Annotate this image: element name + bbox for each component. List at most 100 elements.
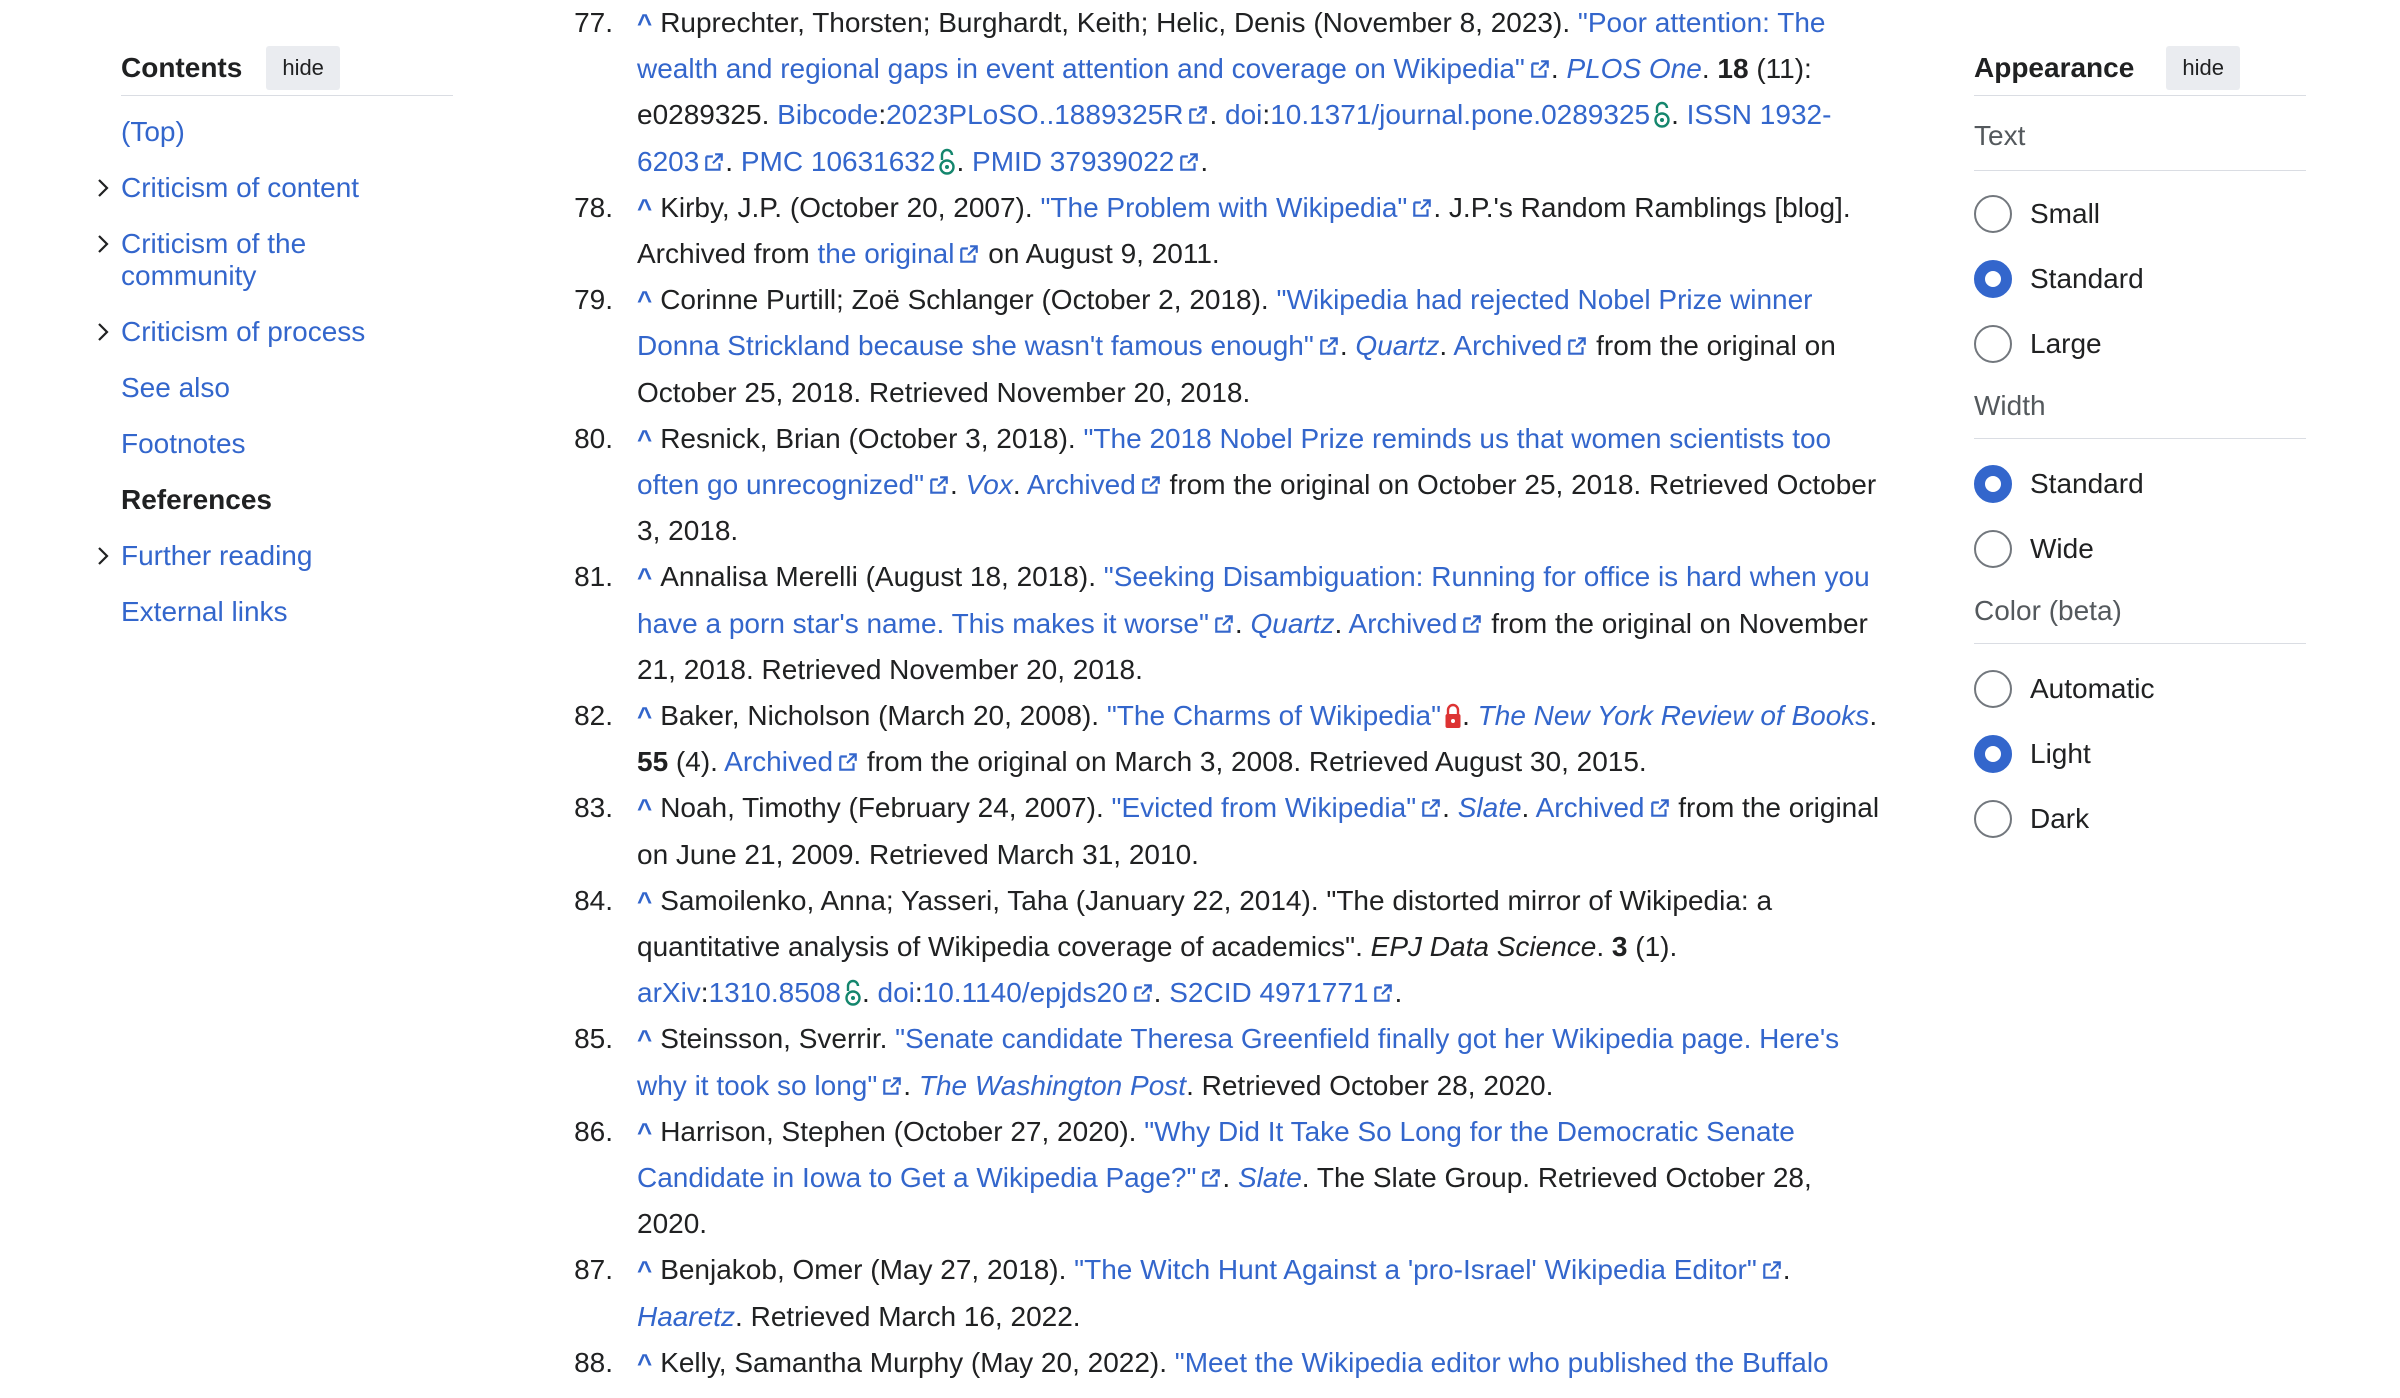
reference-link[interactable]: Vox xyxy=(966,469,1013,500)
backlink-caret[interactable]: ^ xyxy=(637,424,652,454)
reference-link[interactable]: The Washington Post xyxy=(919,1070,1186,1101)
external-link-icon xyxy=(1650,799,1669,818)
radio-label: Dark xyxy=(2030,802,2090,834)
reference-link[interactable]: ISSN xyxy=(1687,99,1752,130)
reference-link[interactable]: the original xyxy=(818,238,955,269)
reference-item: 87. ^ Benjakob, Omer (May 27, 2018). "The … xyxy=(560,1247,1900,1339)
radio-button[interactable] xyxy=(1974,799,2012,838)
toc-item-references[interactable]: References xyxy=(121,484,453,516)
width-option-standard[interactable]: Standard xyxy=(1974,451,2306,516)
reference-text: ^ Benjakob, Omer (May 27, 2018). "The Wit… xyxy=(623,1247,1888,1339)
reference-link[interactable]: Quartz xyxy=(1250,608,1334,639)
reference-text: ^ Noah, Timothy (February 24, 2007). "Evi… xyxy=(623,785,1888,877)
color-option-dark[interactable]: Dark xyxy=(1974,786,2306,851)
reference-link[interactable]: "The Problem with Wikipedia" xyxy=(1040,192,1407,223)
reference-link[interactable]: Archived xyxy=(724,746,833,777)
reference-link[interactable]: "Meet the Wikipedia editor who published… xyxy=(1175,1347,1829,1378)
radio-button[interactable] xyxy=(1974,464,2012,503)
chevron-right-icon[interactable] xyxy=(91,542,115,570)
radio-button[interactable] xyxy=(1974,324,2012,363)
toc-item-further-reading[interactable]: Further reading xyxy=(98,540,453,572)
reference-link[interactable]: 1310.8508 xyxy=(709,977,841,1008)
width-options: Standard Wide xyxy=(1974,451,2306,581)
reference-link[interactable]: Archived xyxy=(1349,608,1458,639)
radio-button[interactable] xyxy=(1974,194,2012,233)
backlink-caret[interactable]: ^ xyxy=(637,193,652,223)
backlink-caret[interactable]: ^ xyxy=(637,1024,652,1054)
toc-item-see-also[interactable]: See also xyxy=(121,372,453,404)
backlink-caret[interactable]: ^ xyxy=(637,701,652,731)
reference-link[interactable]: Bibcode xyxy=(777,99,878,130)
backlink-caret[interactable]: ^ xyxy=(637,1348,652,1378)
appearance-hide-button[interactable]: hide xyxy=(2166,45,2240,90)
reference-text: ^ Steinsson, Sverrir. "Senate candidate T… xyxy=(623,1016,1888,1108)
reference-link[interactable]: doi xyxy=(878,977,915,1008)
backlink-caret[interactable]: ^ xyxy=(637,1255,652,1285)
radio-button[interactable] xyxy=(1974,529,2012,568)
reference-link[interactable]: Archived xyxy=(1027,469,1136,500)
reference-link[interactable]: doi xyxy=(1225,99,1262,130)
toc-hide-button[interactable]: hide xyxy=(266,45,340,90)
toc-item-criticism-of-the-community[interactable]: Criticism of the community xyxy=(98,228,321,292)
reference-link[interactable]: Quartz xyxy=(1355,330,1439,361)
reference-link[interactable]: Slate xyxy=(1238,1162,1302,1193)
reference-item: 82. ^ Baker, Nicholson (March 20, 2008). "… xyxy=(560,693,1900,785)
reference-text-fragment: . xyxy=(1521,792,1536,824)
reference-link[interactable]: PMID xyxy=(972,146,1042,177)
reference-link[interactable]: Haaretz xyxy=(637,1301,735,1332)
reference-link[interactable]: "The Charms of Wikipedia" xyxy=(1107,700,1441,731)
reference-link[interactable]: 10631632 xyxy=(811,146,936,177)
text-size-option-standard[interactable]: Standard xyxy=(1974,246,2306,311)
text-size-option-large[interactable]: Large xyxy=(1974,311,2306,376)
reference-link[interactable]: PMC xyxy=(741,146,803,177)
external-link-icon xyxy=(1180,152,1199,171)
reference-text: ^ Resnick, Brian (October 3, 2018). "The … xyxy=(623,416,1888,555)
reference-link[interactable]: "The Witch Hunt Against a 'pro-Israel' W… xyxy=(1074,1254,1757,1285)
toc-item-top[interactable]: (Top) xyxy=(121,116,453,148)
backlink-caret[interactable]: ^ xyxy=(637,886,652,916)
reference-link[interactable]: The New York Review of Books xyxy=(1478,700,1870,731)
reference-link[interactable]: 10.1371/journal.pone.0289325 xyxy=(1270,99,1650,130)
radio-button[interactable] xyxy=(1974,734,2012,773)
reference-number: 77. xyxy=(574,7,613,38)
backlink-caret[interactable]: ^ xyxy=(637,1117,652,1147)
radio-button[interactable] xyxy=(1974,259,2012,298)
backlink-caret[interactable]: ^ xyxy=(637,8,652,38)
open-access-lock-icon xyxy=(939,148,956,175)
reference-number: 83. xyxy=(574,792,613,824)
backlink-caret[interactable]: ^ xyxy=(637,793,652,823)
reference-link[interactable]: 2023PLoSO..1889325R xyxy=(886,99,1183,130)
text-size-option-small[interactable]: Small xyxy=(1974,181,2306,246)
width-option-wide[interactable]: Wide xyxy=(1974,516,2306,581)
chevron-right-icon[interactable] xyxy=(91,318,115,346)
reference-link[interactable]: 10.1140/epjds20 xyxy=(923,977,1128,1008)
radio-button[interactable] xyxy=(1974,669,2012,708)
reference-link[interactable]: "Evicted from Wikipedia" xyxy=(1112,792,1417,823)
reference-link[interactable]: 37939022 xyxy=(1050,146,1175,177)
external-link-icon xyxy=(1215,614,1233,633)
reference-link[interactable]: Archived xyxy=(1536,792,1645,823)
chevron-right-icon[interactable] xyxy=(91,230,115,258)
reference-text-fragment: . xyxy=(861,977,878,1009)
reference-link[interactable]: Archived xyxy=(1453,330,1562,361)
reference-link[interactable]: arXiv xyxy=(637,977,701,1008)
toc-item-criticism-of-process[interactable]: Criticism of process xyxy=(98,316,453,348)
reference-link[interactable]: 4971771 xyxy=(1259,977,1368,1008)
radio-label: Large xyxy=(2030,327,2102,359)
reference-link[interactable]: Slate xyxy=(1458,792,1522,823)
reference-text: ^ Corinne Purtill; Zoë Schlanger (October… xyxy=(623,277,1888,416)
color-option-automatic[interactable]: Automatic xyxy=(1974,656,2306,721)
color-option-light[interactable]: Light xyxy=(1974,721,2306,786)
reference-number: 82. xyxy=(574,700,613,732)
toc-item-external-links[interactable]: External links xyxy=(121,596,453,628)
reference-link[interactable]: S2CID xyxy=(1169,977,1251,1008)
reference-link[interactable]: PLOS One xyxy=(1566,53,1701,84)
toc-item-label: References xyxy=(121,484,272,515)
reference-text: ^ Samoilenko, Anna; Yasseri, Taha (Januar… xyxy=(623,878,1888,1017)
toc-item-criticism-of-content[interactable]: Criticism of content xyxy=(98,172,453,204)
reference-text-fragment: Ruprechter, Thorsten; Burghardt, Keith; … xyxy=(660,7,1578,38)
toc-item-footnotes[interactable]: Footnotes xyxy=(121,428,453,460)
backlink-caret[interactable]: ^ xyxy=(637,285,652,315)
chevron-right-icon[interactable] xyxy=(91,174,115,202)
backlink-caret[interactable]: ^ xyxy=(637,562,652,592)
